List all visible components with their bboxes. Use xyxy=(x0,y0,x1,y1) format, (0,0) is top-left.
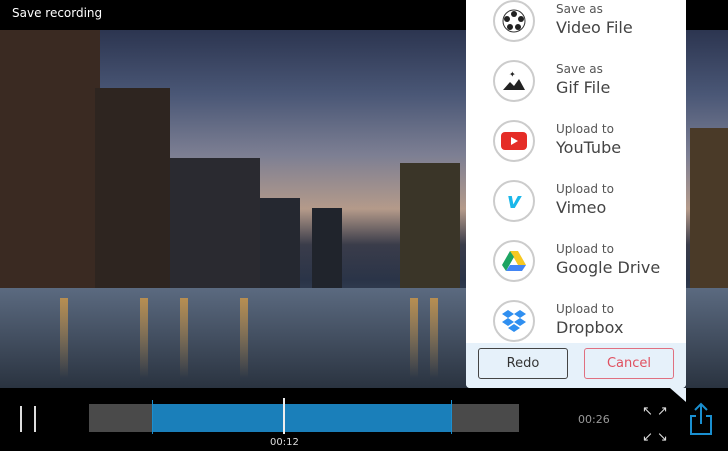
image-icon: ✦ xyxy=(493,60,535,102)
upload-youtube-item[interactable]: Upload to YouTube xyxy=(466,120,686,180)
end-time: 00:26 xyxy=(578,413,610,426)
vimeo-icon: v xyxy=(493,180,535,222)
playhead[interactable] xyxy=(283,398,285,434)
timeline-selection xyxy=(152,404,452,432)
menu-footer: Redo Cancel xyxy=(466,343,686,388)
upload-vimeo-item[interactable]: v Upload to Vimeo xyxy=(466,180,686,240)
trim-end-handle[interactable] xyxy=(451,400,452,434)
film-reel-icon xyxy=(493,0,535,42)
trim-start-handle[interactable] xyxy=(152,400,153,434)
pause-button[interactable] xyxy=(20,406,36,432)
share-icon[interactable] xyxy=(688,402,714,436)
fullscreen-icon[interactable]: ↖ ↗ ↙ ↘ xyxy=(642,405,670,444)
save-gif-file-item[interactable]: ✦ Save as Gif File xyxy=(466,60,686,120)
timeline-track[interactable] xyxy=(89,398,519,434)
svg-text:✦: ✦ xyxy=(509,70,516,79)
current-time: 00:12 xyxy=(270,437,299,448)
upload-google-drive-item[interactable]: Upload to Google Drive xyxy=(466,240,686,300)
redo-button[interactable]: Redo xyxy=(478,348,568,379)
save-share-menu: Save as Video File ✦ Save as Gif File Uplo… xyxy=(466,0,686,402)
youtube-icon xyxy=(493,120,535,162)
google-drive-icon xyxy=(493,240,535,282)
window-title: Save recording xyxy=(12,6,103,20)
save-video-file-item[interactable]: Save as Video File xyxy=(466,0,686,60)
cancel-button[interactable]: Cancel xyxy=(584,348,674,379)
dropbox-icon xyxy=(493,300,535,342)
